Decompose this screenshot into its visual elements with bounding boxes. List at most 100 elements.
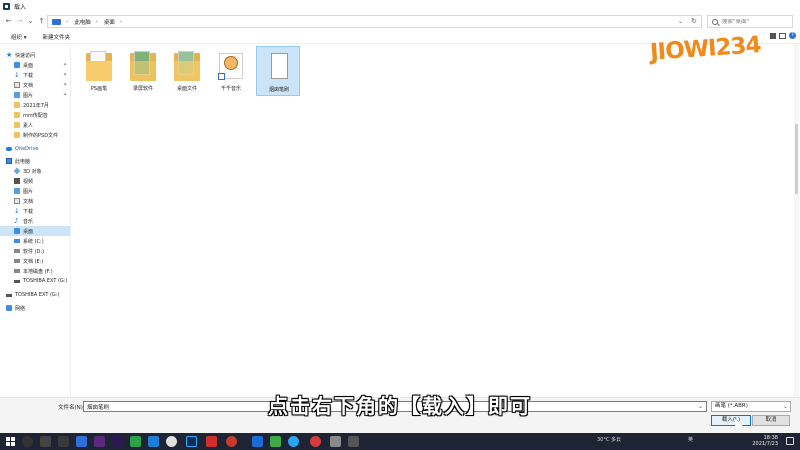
vertical-scrollbar[interactable] — [794, 44, 799, 397]
taskbar-app-icon[interactable] — [348, 436, 359, 447]
folder-icon — [14, 102, 20, 108]
computer-icon — [6, 158, 12, 164]
nav-item-psd-files[interactable]: 制作的PSD文件 — [0, 130, 70, 140]
nav-item-pictures[interactable]: 图片 ✦ — [0, 90, 70, 100]
wechat-icon[interactable] — [130, 436, 141, 447]
folder-icon — [14, 112, 20, 118]
taskbar-app-icon[interactable] — [288, 436, 299, 447]
app-icon — [3, 2, 10, 10]
video-caption: 点击右下角的【载入】即可 — [268, 394, 532, 418]
cube-icon — [13, 167, 21, 175]
nav-item-amateur[interactable]: 素人 — [0, 120, 70, 130]
refresh-icon[interactable]: ↻ — [691, 17, 697, 25]
nav-item-drive-f[interactable]: 本地磁盘 (F:) — [0, 266, 70, 276]
file-item-chimney-brush[interactable]: 烟囱笔刷 — [256, 46, 300, 96]
nav-item-2021-july[interactable]: 2021年7月 — [0, 100, 70, 110]
nav-external-drive[interactable]: TOSHIBA EXT (G:) — [0, 290, 70, 300]
address-row: ← → ⌄ ↑ › 此电脑 › 桌面 › ⌄ ↻ — [0, 12, 800, 30]
view-options-icon[interactable] — [770, 33, 776, 39]
address-bar[interactable]: › 此电脑 › 桌面 › ⌄ ↻ — [47, 15, 702, 28]
nav-item-drive-g[interactable]: TOSHIBA EXT (G:) — [0, 276, 70, 286]
taskbar-app-icon[interactable] — [148, 436, 159, 447]
after-effects-icon[interactable] — [112, 436, 123, 447]
download-icon: ↓ — [14, 71, 20, 79]
scrollbar-thumb[interactable] — [795, 124, 798, 194]
chevron-right-icon[interactable]: › — [66, 19, 68, 25]
address-dropdown-icon[interactable]: ⌄ — [678, 18, 683, 25]
search-box[interactable] — [707, 15, 793, 28]
navigation-pane: ★ 快速访问 桌面 ✦ ↓ 下载 ✦ 文档 ✦ 图片 ✦ 2021年7月 mm传… — [0, 44, 71, 397]
taskbar-search-icon[interactable] — [22, 436, 33, 447]
pin-icon: ✦ — [63, 92, 68, 98]
nav-network[interactable]: 网络 — [0, 303, 70, 313]
preview-pane-icon[interactable] — [779, 33, 786, 39]
recent-chevron-down-icon[interactable]: ⌄ — [25, 17, 36, 25]
nav-item-drive-c[interactable]: 系统 (C:) — [0, 236, 70, 246]
drive-icon — [14, 249, 20, 253]
drive-icon — [14, 269, 20, 273]
nav-item-drive-e[interactable]: 文档 (E:) — [0, 256, 70, 266]
organize-button[interactable]: 组织 ▾ — [11, 33, 27, 41]
folder-icon — [86, 51, 112, 81]
forward-arrow-icon[interactable]: → — [14, 17, 25, 25]
nav-item-voiceover[interactable]: mm传配音 — [0, 110, 70, 120]
nav-item-pc-documents[interactable]: 文档 — [0, 196, 70, 206]
help-icon[interactable]: ? — [789, 32, 796, 39]
folder-blue-icon — [14, 228, 20, 234]
download-icon: ↓ — [14, 207, 20, 215]
file-list: PS画笔 录屏软件 桌面文件 千千音乐 烟囱笔刷 — [71, 44, 800, 397]
clock[interactable]: 18:38 2021/7/23 — [752, 435, 778, 447]
premiere-icon[interactable] — [94, 436, 105, 447]
taskbar-app-icon[interactable] — [330, 436, 341, 447]
file-item-qianqian-music[interactable]: 千千音乐 — [209, 46, 253, 96]
nav-item-videos[interactable]: 视频 — [0, 176, 70, 186]
taskbar-app-icon[interactable] — [270, 436, 281, 447]
language-indicator[interactable]: 英 — [688, 436, 693, 443]
nav-quick-access[interactable]: ★ 快速访问 — [0, 50, 70, 60]
cloud-icon — [6, 147, 12, 151]
nav-this-pc[interactable]: 此电脑 — [0, 156, 70, 166]
nav-item-desktop[interactable]: 桌面 ✦ — [0, 60, 70, 70]
chevron-right-icon[interactable]: › — [120, 19, 122, 25]
windows-start-icon[interactable] — [6, 437, 15, 446]
breadcrumb-this-pc[interactable]: 此电脑 — [74, 18, 91, 26]
music-icon: ♪ — [14, 217, 19, 225]
folder-icon — [130, 51, 156, 81]
search-input[interactable] — [722, 18, 792, 25]
record-icon[interactable] — [310, 436, 321, 447]
nav-item-downloads[interactable]: ↓ 下载 ✦ — [0, 70, 70, 80]
nav-item-documents[interactable]: 文档 ✦ — [0, 80, 70, 90]
nav-item-pc-downloads[interactable]: ↓ 下载 — [0, 206, 70, 216]
taskbar-app-icon[interactable] — [206, 436, 217, 447]
photoshop-icon[interactable] — [186, 436, 197, 447]
network-icon — [6, 305, 12, 311]
document-icon — [14, 82, 20, 88]
task-view-icon[interactable] — [40, 436, 51, 447]
weather-widget[interactable]: 30°C 多云 — [597, 436, 621, 443]
breadcrumb-desktop[interactable]: 桌面 — [104, 18, 115, 26]
notification-icon[interactable] — [786, 437, 794, 445]
folder-blue-icon — [14, 62, 20, 68]
taskbar-app-icon[interactable] — [58, 436, 69, 447]
back-arrow-icon[interactable]: ← — [3, 17, 14, 25]
file-label: 烟囱笔刷 — [268, 87, 289, 93]
file-item-ps-brushes[interactable]: PS画笔 — [77, 46, 121, 96]
nav-onedrive[interactable]: OneDrive — [0, 144, 70, 154]
nav-item-pc-pictures[interactable]: 图片 — [0, 186, 70, 196]
nav-item-music[interactable]: ♪ 音乐 — [0, 216, 70, 226]
taskbar-app-icon[interactable] — [76, 436, 87, 447]
nav-item-drive-d[interactable]: 软件 (D:) — [0, 246, 70, 256]
chrome-icon[interactable] — [166, 436, 177, 447]
chevron-right-icon[interactable]: › — [96, 19, 98, 25]
nav-item-pc-desktop[interactable]: 桌面 — [0, 226, 70, 236]
file-item-screen-recorder[interactable]: 录屏软件 — [121, 46, 165, 96]
up-arrow-icon[interactable]: ↑ — [36, 17, 47, 25]
new-folder-button[interactable]: 新建文件夹 — [43, 33, 71, 41]
taskbar-app-icon[interactable] — [252, 436, 263, 447]
file-item-desktop-files[interactable]: 桌面文件 — [165, 46, 209, 96]
nav-item-3d-objects[interactable]: 3D 对象 — [0, 166, 70, 176]
usb-drive-icon — [6, 293, 12, 297]
shortcut-app-icon — [218, 51, 244, 81]
taskbar-app-icon[interactable] — [226, 436, 237, 447]
document-icon — [14, 198, 20, 204]
